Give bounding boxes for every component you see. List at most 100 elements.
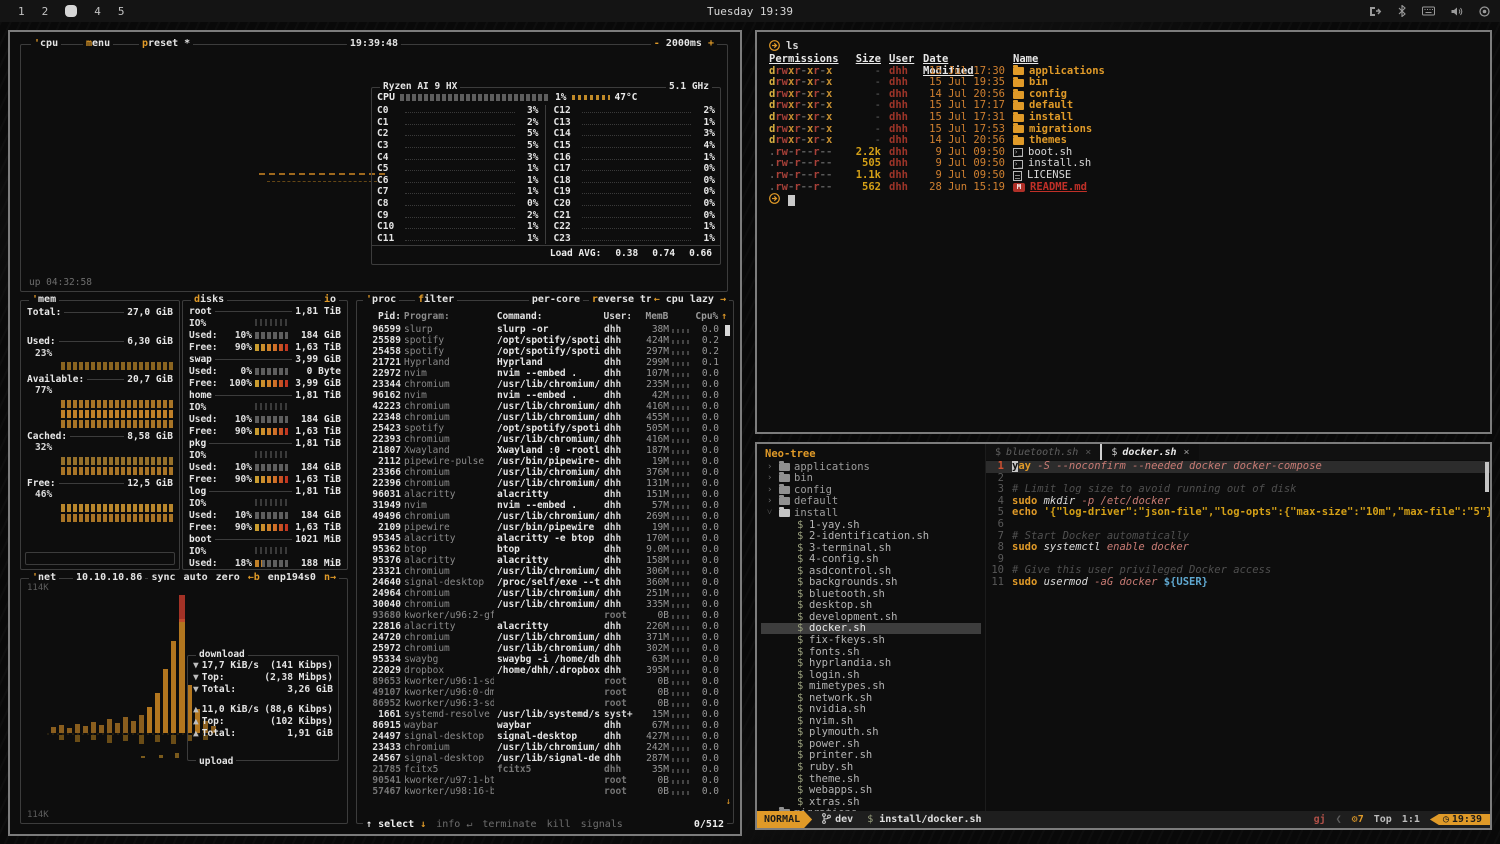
process-row[interactable]: 49496 chromium /usr/lib/chromium/ dhh 26… (363, 511, 727, 522)
process-row[interactable]: 2109 pipewire /usr/bin/pipewire dhh 19M … (363, 522, 727, 533)
process-row[interactable]: 89653 kworker/u96:1-sd root 0B 0.0 (363, 676, 727, 687)
buffer-tab[interactable]: $ docker.sh × (1100, 444, 1198, 460)
tree-item[interactable]: mimetypes.sh (761, 680, 985, 692)
code-line[interactable]: 7# Start Docker automatically (986, 531, 1490, 543)
process-row[interactable]: 25589 spotify /opt/spotify/spoti dhh 424… (363, 335, 727, 346)
btop-preset-button[interactable]: preset * (139, 38, 193, 49)
tree-item[interactable]: bluetooth.sh (761, 588, 985, 600)
process-row[interactable]: 25423 spotify /opt/spotify/spoti dhh 505… (363, 423, 727, 434)
keyboard-icon[interactable] (1422, 6, 1435, 16)
net-zero-button[interactable]: zero (216, 572, 240, 583)
tree-item[interactable]: development.sh (761, 611, 985, 623)
process-row[interactable]: 22348 chromium /usr/lib/chromium/ dhh 45… (363, 412, 727, 423)
tree-item[interactable]: power.sh (761, 738, 985, 750)
process-row[interactable]: 25458 spotify /opt/spotify/spoti dhh 297… (363, 346, 727, 357)
process-row[interactable]: 24567 signal-desktop /usr/lib/signal-de … (363, 753, 727, 764)
tree-item[interactable]: nvim.sh (761, 715, 985, 727)
net-sync-button[interactable]: sync (151, 572, 175, 583)
tree-item[interactable]: network.sh (761, 692, 985, 704)
process-row[interactable]: 25972 chromium /usr/lib/chromium/ dhh 30… (363, 643, 727, 654)
proc-sort-control[interactable]: ← cpu lazy → (651, 294, 729, 305)
tree-item[interactable]: docker.sh (761, 623, 981, 635)
proc-reverse-toggle[interactable]: reverse (589, 294, 637, 305)
process-row[interactable]: 1661 systemd-resolve /usr/lib/systemd/s … (363, 709, 727, 720)
code-line[interactable]: 1yay -S --noconfirm --needed docker dock… (986, 461, 1490, 473)
tree-item[interactable]: ˅ install (761, 507, 985, 519)
process-row[interactable]: 21721 Hyprland Hyprland dhh 299M 0.1 (363, 357, 727, 368)
process-row[interactable]: 21807 Xwayland Xwayland :0 -rootl dhh 18… (363, 445, 727, 456)
process-row[interactable]: 31949 nvim nvim --embed . dhh 57M 0.0 (363, 500, 727, 511)
process-row[interactable]: 96162 nvim nvim --embed . dhh 42M 0.0 (363, 390, 727, 401)
volume-icon[interactable] (1451, 6, 1463, 17)
prompt-line[interactable] (769, 194, 1478, 206)
code-line[interactable]: 6 (986, 519, 1490, 531)
tree-item[interactable]: 1-yay.sh (761, 519, 985, 531)
proc-percore-toggle[interactable]: per-core (529, 294, 583, 305)
process-row[interactable]: 21785 fcitx5 fcitx5 dhh 35M 0.0 (363, 764, 727, 775)
process-row[interactable]: 23366 chromium /usr/lib/chromium/ dhh 37… (363, 467, 727, 478)
process-row[interactable]: 93680 kworker/u96:2-gf root 0B 0.0 (363, 610, 727, 621)
process-row[interactable]: 86915 waybar waybar dhh 67M 0.0 (363, 720, 727, 731)
tree-item[interactable]: login.sh (761, 669, 985, 681)
code-line[interactable]: 10# Give this user privileged Docker acc… (986, 565, 1490, 577)
close-icon[interactable]: × (1184, 447, 1190, 458)
process-row[interactable]: 22393 chromium /usr/lib/chromium/ dhh 41… (363, 434, 727, 445)
process-row[interactable]: 23344 chromium /usr/lib/chromium/ dhh 23… (363, 379, 727, 390)
process-row[interactable]: 24640 signal-desktop /proc/self/exe --t … (363, 577, 727, 588)
process-row[interactable]: 96031 alacritty alacritty dhh 151M 0.0 (363, 489, 727, 500)
mem-panel-title[interactable]: 'mem (29, 294, 59, 305)
code-line[interactable]: 3# Limit log size to avoid running out o… (986, 484, 1490, 496)
process-row[interactable]: 23321 chromium /usr/lib/chromium/ dhh 30… (363, 566, 727, 577)
tree-item[interactable]: › bin (761, 473, 985, 485)
process-row[interactable]: 22396 chromium /usr/lib/chromium/ dhh 13… (363, 478, 727, 489)
tree-item[interactable]: 4-config.sh (761, 553, 985, 565)
code-line[interactable]: 8sudo systemctl enable docker (986, 542, 1490, 554)
tree-item[interactable]: desktop.sh (761, 600, 985, 612)
editor-scrollbar-thumb[interactable] (1485, 462, 1489, 492)
tree-item[interactable]: plymouth.sh (761, 727, 985, 739)
btop-menu-button[interactable]: menu (83, 38, 113, 49)
code-line[interactable]: 9 (986, 554, 1490, 566)
bluetooth-icon[interactable] (1398, 5, 1406, 17)
tree-item[interactable]: › default (761, 496, 985, 508)
process-row[interactable]: 90541 kworker/u97:1-bt root 0B 0.0 (363, 775, 727, 786)
tree-item[interactable]: xtras.sh (761, 796, 985, 808)
proc-scrollbar-thumb[interactable] (725, 325, 730, 336)
tree-item[interactable]: webapps.sh (761, 784, 985, 796)
proc-terminate-button[interactable]: terminate (482, 819, 536, 830)
process-row[interactable]: 23433 chromium /usr/lib/chromium/ dhh 24… (363, 742, 727, 753)
process-row[interactable]: 49107 kworker/u96:0-dm root 0B 0.0 (363, 687, 727, 698)
process-row[interactable]: 95345 alacritty alacritty -e btop dhh 17… (363, 533, 727, 544)
tree-item[interactable]: backgrounds.sh (761, 576, 985, 588)
code-line[interactable]: 4sudo mkdir -p /etc/docker (986, 496, 1490, 508)
process-row[interactable]: 22972 nvim nvim --embed . dhh 107M 0.0 (363, 368, 727, 379)
btop-interval-control[interactable]: - 2000ms + (651, 38, 717, 49)
process-row[interactable]: 95376 alacritty alacritty dhh 158M 0.0 (363, 555, 727, 566)
process-row[interactable]: 24720 chromium /usr/lib/chromium/ dhh 37… (363, 632, 727, 643)
code-line[interactable]: 2 (986, 473, 1490, 485)
record-icon[interactable] (1479, 6, 1490, 17)
net-prev-button[interactable]: ←b (248, 572, 260, 583)
process-row[interactable]: 86952 kworker/u96:3-sd root 0B 0.0 (363, 698, 727, 709)
tree-item[interactable]: fix-fkeys.sh (761, 634, 985, 646)
process-row[interactable]: 24964 chromium /usr/lib/chromium/ dhh 25… (363, 588, 727, 599)
net-panel-title[interactable]: 'net (29, 572, 59, 583)
cpu-panel-title[interactable]: 'cpu (31, 38, 61, 49)
proc-signals-button[interactable]: signals (581, 819, 623, 830)
proc-filter-button[interactable]: filter (415, 294, 457, 305)
process-row[interactable]: 24497 signal-desktop signal-desktop dhh … (363, 731, 727, 742)
tree-item[interactable]: theme.sh (761, 773, 985, 785)
editor-pane[interactable]: $ bluetooth.sh × $ docker.sh × 1yay -S -… (985, 444, 1490, 811)
process-row[interactable]: 30040 chromium /usr/lib/chromium/ dhh 33… (363, 599, 727, 610)
tree-item[interactable]: › config (761, 484, 985, 496)
net-auto-button[interactable]: auto (184, 572, 208, 583)
close-icon[interactable]: × (1085, 447, 1091, 458)
disks-panel-title[interactable]: disks (191, 294, 227, 305)
process-row[interactable]: 96599 slurp slurp -or dhh 38M 0.0 (363, 324, 727, 335)
net-next-button[interactable]: n→ (324, 572, 336, 583)
tree-item[interactable]: printer.sh (761, 750, 985, 762)
process-row[interactable]: 42223 chromium /usr/lib/chromium/ dhh 41… (363, 401, 727, 412)
process-row[interactable]: 2112 pipewire-pulse /usr/bin/pipewire- d… (363, 456, 727, 467)
proc-header-row[interactable]: Pid: Program: Command: User: MemB Cpu% ↑ (363, 311, 727, 323)
proc-panel-title[interactable]: 'proc (363, 294, 399, 305)
